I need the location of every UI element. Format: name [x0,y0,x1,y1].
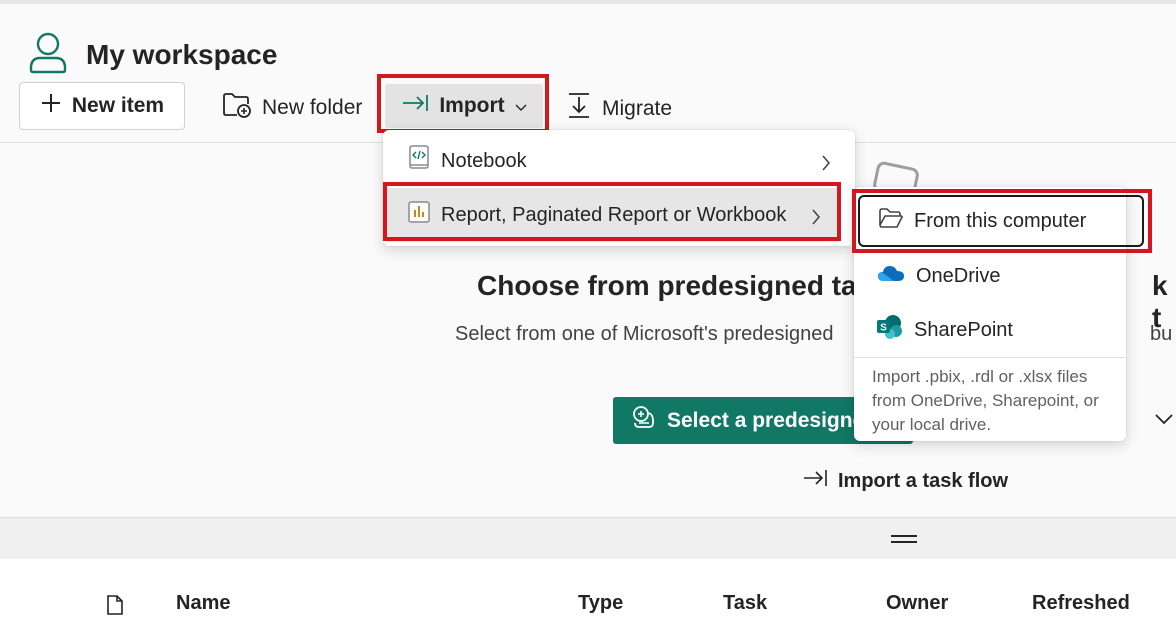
empty-state-subtitle: Select from one of Microsoft's predesign… [455,323,834,345]
folder-open-icon [878,207,904,235]
column-header-refreshed[interactable]: Refreshed [1032,592,1130,615]
submenu-item-label: OneDrive [916,264,1001,287]
resize-grip-icon[interactable] [891,535,917,547]
task-flow-icon [631,405,657,437]
import-arrow-icon [401,93,429,119]
submenu-divider [854,357,1126,358]
column-header-type[interactable]: Type [578,592,623,615]
workspace-person-icon [28,30,68,79]
notebook-icon [407,144,431,178]
import-label: Import [439,94,505,117]
column-header-owner[interactable]: Owner [886,592,948,615]
new-folder-label: New folder [262,96,363,119]
select-predesigned-label: Select a predesigne [667,408,865,432]
report-icon [407,200,431,230]
import-task-flow-link[interactable]: Import a task flow [802,468,1008,494]
chevron-right-icon [811,208,821,231]
resize-bar[interactable] [0,517,1176,559]
onedrive-icon [876,263,906,289]
import-button[interactable]: Import [385,84,543,128]
migrate-label: Migrate [602,97,673,120]
import-source-submenu: From this computer OneDrive S SharePoint… [854,187,1144,441]
from-this-computer-option[interactable]: From this computer [858,195,1144,247]
menu-item-report[interactable]: Report, Paginated Report or Workbook [387,188,839,242]
migrate-button[interactable]: Migrate [566,92,672,126]
new-folder-button[interactable]: New folder [222,92,362,124]
page-title: My workspace [86,38,278,70]
column-header-name[interactable]: Name [176,592,230,615]
chevron-right-icon [821,154,831,177]
new-item-button[interactable]: New item [19,82,185,130]
import-arrow-icon [802,468,828,494]
svg-text:S: S [880,323,887,334]
menu-item-label: Report, Paginated Report or Workbook [441,203,787,226]
new-item-label: New item [71,94,165,117]
submenu-item-label: SharePoint [914,318,1013,341]
plus-icon [40,92,62,120]
folder-add-icon [222,92,252,124]
column-header-task[interactable]: Task [723,592,767,615]
file-type-icon [106,594,124,622]
top-edge-line [0,0,1176,4]
onedrive-option[interactable]: OneDrive [854,251,1126,301]
sharepoint-icon: S [876,314,904,346]
menu-item-label: Notebook [441,149,527,172]
import-menu: Notebook Report, Paginated Report or Wor… [383,130,855,246]
workspace-toolbar: New item New folder Import Migrate [0,82,1176,132]
empty-state-subtitle-tail: bu [1150,323,1173,345]
chevron-down-icon [515,94,527,118]
submenu-description: Import .pbix, .rdl or .xlsx files from O… [872,367,1099,434]
migrate-icon [566,92,592,126]
chevron-down-icon[interactable] [1154,412,1174,430]
workspace-header: My workspace [28,30,277,79]
import-task-flow-label: Import a task flow [838,469,1009,492]
menu-item-notebook[interactable]: Notebook [383,134,855,188]
submenu-item-label: From this computer [914,209,1087,232]
sharepoint-option[interactable]: S SharePoint [854,305,1126,355]
empty-state-title: Choose from predesigned ta [477,270,857,301]
